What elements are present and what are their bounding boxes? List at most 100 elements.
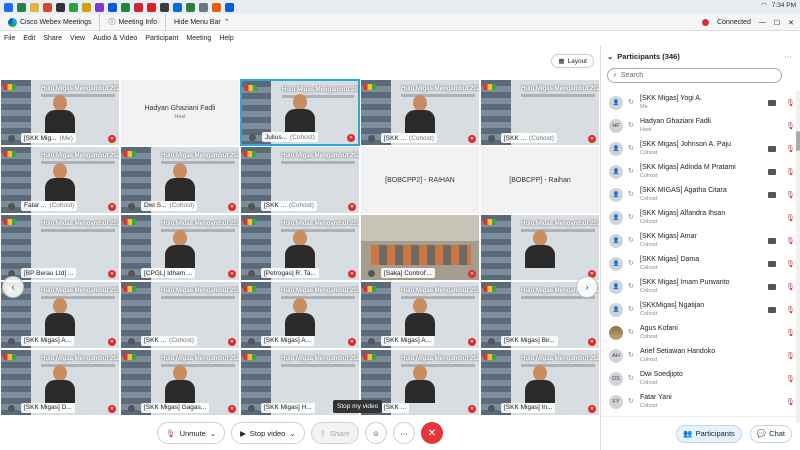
- meeting-info-tab[interactable]: ⓘ Meeting Info: [99, 13, 165, 31]
- mic-muted-icon[interactable]: 🎙: [786, 283, 795, 291]
- participants-header[interactable]: ⌄ Participants (346) ⋯: [601, 46, 800, 66]
- collapse-icon[interactable]: ⌄: [607, 52, 613, 61]
- participant-row[interactable]: 👤 ↻ [SKK Migas] Yogi A. Me 🎙: [601, 91, 797, 114]
- menu-item[interactable]: Edit: [19, 35, 39, 42]
- mic-muted-icon[interactable]: 🎙: [786, 375, 795, 383]
- taskbar-app-icon[interactable]: [160, 2, 169, 12]
- mic-muted-icon[interactable]: 🎙: [786, 122, 795, 130]
- taskbar-app-icon[interactable]: [212, 2, 221, 12]
- video-tile[interactable]: [Saka] Control'... ✕: [360, 213, 480, 282]
- video-tile[interactable]: Hulu Migas Mengambut 2021 [Petrogas] R. T…: [240, 213, 360, 282]
- maximize-icon[interactable]: ☐: [774, 19, 780, 27]
- menu-item[interactable]: Help: [215, 35, 237, 42]
- participant-row[interactable]: FY ↻ Fatar Yani Cohost 🎙: [601, 390, 797, 413]
- mic-muted-icon[interactable]: 🎙: [786, 398, 795, 406]
- participant-row[interactable]: 👤 ↻ [SKK Migas] Dama Cohost 🎙: [601, 252, 797, 275]
- clock[interactable]: 7:34 PM: [772, 2, 796, 9]
- leave-meeting-button[interactable]: ✕: [420, 422, 443, 444]
- mic-muted-icon[interactable]: 🎙: [786, 191, 795, 199]
- taskbar-app-icon[interactable]: [56, 2, 65, 12]
- menu-item[interactable]: Meeting: [182, 35, 215, 42]
- participant-row[interactable]: 👤 ↻ [SKK Migas] Imam Purwanto Cohost 🎙: [601, 275, 797, 298]
- video-tile[interactable]: Hulu Migas Mengambut 2021 [SKK ... (Cohost…: [360, 79, 480, 147]
- participant-row[interactable]: 👤 ↻ [SKK Migas] Adinda M Pratami Cohost 🎙: [601, 160, 797, 183]
- taskbar-app-icon[interactable]: [173, 2, 182, 12]
- taskbar-app-icon[interactable]: [225, 2, 234, 12]
- chevron-down-icon[interactable]: ⌄: [289, 429, 295, 438]
- participant-row[interactable]: DS ↻ Dwi Soedjipto Cohost 🎙: [601, 367, 797, 390]
- layout-button[interactable]: ▦ Layout: [551, 54, 594, 68]
- mic-muted-icon[interactable]: 🎙: [786, 99, 795, 107]
- video-tile[interactable]: Hulu Migas Mengambut 2021 [CPGL] Idham ..…: [120, 213, 240, 282]
- mic-muted-icon[interactable]: 🎙: [786, 168, 795, 176]
- participant-row[interactable]: 👤 ↻ [SKK Migas] Alfandra Ihsan Cohost 🎙: [601, 206, 797, 229]
- taskbar-app-icon[interactable]: [69, 2, 78, 12]
- video-tile[interactable]: Hulu Migas Mengambut 2021 [SKK Migas] A..…: [360, 281, 480, 349]
- scrollbar-thumb[interactable]: [796, 131, 800, 151]
- participant-row[interactable]: 👤 ↻ [SKK Migas] Johnson A. Paju Cohost 🎙: [601, 137, 797, 160]
- participant-row[interactable]: HF ↻ Hadyan Ghaziani Fadli Host 🎙: [601, 114, 797, 137]
- app-title-tab[interactable]: Cisco Webex Meetings: [0, 14, 99, 31]
- participant-row[interactable]: 👤 ↻ [SKK Migas] Amar Cohost 🎙: [601, 229, 797, 252]
- mic-muted-icon[interactable]: 🎙: [786, 145, 795, 153]
- taskbar-app-icon[interactable]: [121, 2, 130, 12]
- participant-row[interactable]: 👤 ↻ [SKKMigas] Ngatijan Cohost 🎙: [601, 298, 797, 321]
- taskbar-app-icon[interactable]: [95, 2, 104, 12]
- participant-row[interactable]: ↻ Agus Kofani Cohost 🎙: [601, 321, 797, 344]
- video-tile[interactable]: Hulu Migas Mengambut 2021 [SKK ... (Cohost…: [480, 79, 600, 147]
- video-tile[interactable]: Hadyan Ghaziani Fadli Host: [120, 79, 240, 147]
- menu-item[interactable]: View: [66, 35, 89, 42]
- video-tile[interactable]: Hulu Migas Mengambut 2021 [SKK Migas] Gag…: [120, 348, 240, 416]
- taskbar-app-icon[interactable]: [4, 2, 13, 12]
- connection-status[interactable]: Connected: [717, 19, 751, 26]
- participant-row[interactable]: AH ↻ Arief Setiawan Handoko Cohost 🎙: [601, 344, 797, 367]
- video-tile[interactable]: Hulu Migas Mengambut 2021 [SKK Migas] In.…: [480, 348, 600, 416]
- menu-item[interactable]: Audio & Video: [89, 35, 141, 42]
- video-tile[interactable]: Hulu Migas Mengambut 2021 [BP Berau Ltd] …: [0, 213, 120, 282]
- video-tile[interactable]: Hulu Migas Mengambut 2021 [SKK Migas] D..…: [0, 348, 120, 416]
- video-tile[interactable]: [BOBCPP2] - RAIHAN: [360, 146, 480, 214]
- taskbar-app-icon[interactable]: [30, 2, 39, 12]
- mic-muted-icon[interactable]: 🎙: [786, 306, 795, 314]
- scrollbar[interactable]: [796, 91, 800, 423]
- chevron-down-icon[interactable]: ⌄: [210, 429, 216, 438]
- mic-muted-icon[interactable]: 🎙: [786, 260, 795, 268]
- chat-button[interactable]: 💬 Chat: [749, 424, 792, 443]
- video-tile[interactable]: Hulu Migas Mengambut 2021 [SKK Migas] A..…: [240, 281, 360, 349]
- participant-row[interactable]: 👤 ↻ [SKK MIGAS] Agatha Citara Cohost 🎙: [601, 183, 797, 206]
- search-input[interactable]: ⌕ Search: [607, 68, 782, 83]
- reactions-button[interactable]: ☺: [364, 422, 387, 444]
- stop-video-button[interactable]: ▶ Stop video ⌄: [231, 422, 305, 444]
- menu-item[interactable]: File: [0, 35, 19, 42]
- mic-muted-icon[interactable]: 🎙: [786, 237, 795, 245]
- wifi-icon[interactable]: ◠: [761, 1, 767, 9]
- taskbar-app-icon[interactable]: [17, 2, 26, 12]
- taskbar-app-icon[interactable]: [134, 2, 143, 12]
- video-tile[interactable]: [BOBCPP] - Raihan: [480, 146, 600, 214]
- unmute-button[interactable]: 🎙 Unmute ⌄: [157, 422, 226, 444]
- video-tile[interactable]: Hulu Migas Mengambut 2021 [SKK ... (Cohost…: [120, 281, 240, 349]
- video-tile[interactable]: Hulu Migas Mengambut 2021 [SKK Mig... (Me)…: [0, 79, 120, 147]
- taskbar-app-icon[interactable]: [186, 2, 195, 12]
- video-tile[interactable]: Hulu Migas Mengambut 2021 ✕: [480, 213, 600, 282]
- menu-item[interactable]: Share: [39, 35, 66, 42]
- close-icon[interactable]: ✕: [788, 19, 794, 27]
- video-tile[interactable]: Hulu Migas Mengambut 2021 Julius... (Cohos…: [240, 79, 360, 147]
- mic-muted-icon[interactable]: 🎙: [786, 329, 795, 337]
- menu-item[interactable]: Participant: [141, 35, 182, 42]
- hide-menu-bar-button[interactable]: Hide Menu Bar ⌃: [165, 13, 238, 31]
- more-options-button[interactable]: ⋯: [392, 422, 415, 444]
- mic-muted-icon[interactable]: 🎙: [786, 214, 795, 222]
- video-tile[interactable]: Hulu Migas Mengambut 2021 Dwi S... (Cohost…: [120, 146, 240, 214]
- taskbar-app-icon[interactable]: [199, 2, 208, 12]
- video-tile[interactable]: Hulu Migas Mengambut 2021 Fatar ... (Cohos…: [0, 146, 120, 214]
- share-button[interactable]: ⇪ Share: [310, 422, 359, 444]
- more-icon[interactable]: ⋯: [785, 52, 793, 61]
- mic-muted-icon[interactable]: 🎙: [786, 352, 795, 360]
- prev-page-icon[interactable]: ‹: [2, 276, 24, 298]
- taskbar-app-icon[interactable]: [147, 2, 156, 12]
- next-page-icon[interactable]: ›: [576, 276, 598, 298]
- video-tile[interactable]: Hulu Migas Mengambut 2021 [SKK ... (Cohost…: [240, 146, 360, 214]
- participants-button[interactable]: 👥 Participants: [676, 424, 742, 443]
- taskbar-app-icon[interactable]: [43, 2, 52, 12]
